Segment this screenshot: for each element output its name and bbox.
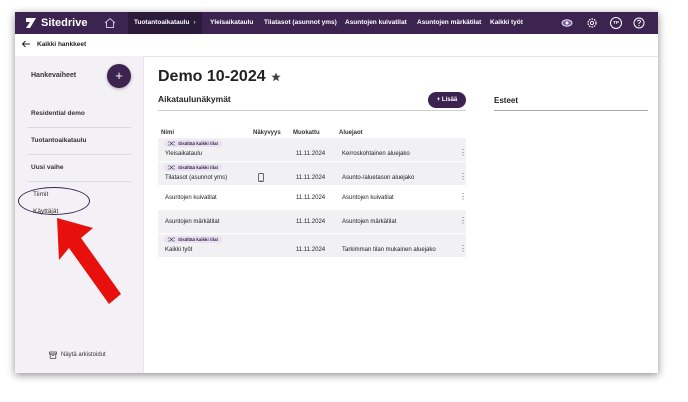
sitedrive-logo[interactable]: Sitedrive (25, 16, 87, 30)
tab-yleisaikataulu[interactable]: Yleisaikataulu (210, 12, 253, 34)
table-row[interactable]: Sisältää kaikki tilat Tilatasot (asunnot… (158, 162, 467, 186)
view-modified: 11.11.2024 (296, 247, 326, 253)
tab-asuntojen-kuivatilat[interactable]: Asuntojen kuivatilat (345, 12, 407, 34)
shuffle-icon (168, 165, 175, 170)
user-avatar[interactable]: TP (610, 17, 622, 29)
view-modified: 11.11.2024 (296, 151, 326, 157)
column-header-divisions[interactable]: Aluejaot (339, 130, 363, 136)
tab-tilatasot[interactable]: Tilatasot (asunnot yms) (264, 12, 337, 34)
page-title: Demo 10-2024 (158, 68, 266, 85)
app-name: Sitedrive (41, 17, 88, 29)
settings-gear-icon[interactable] (586, 17, 598, 29)
view-modified: 11.11.2024 (296, 219, 326, 225)
section-divider (158, 110, 466, 111)
row-menu-icon[interactable]: ⋮ (459, 216, 467, 225)
view-modified: 11.11.2024 (296, 175, 326, 181)
obstacles-divider (494, 110, 648, 111)
view-name: Kaikki työt (165, 247, 193, 253)
table-row[interactable]: Asuntojen märkätilat 11.11.2024 Asuntoje… (158, 210, 467, 234)
sidebar-title: Hankevaiheet (31, 72, 77, 79)
sidebar-item-residential-demo[interactable]: Residential demo (31, 110, 85, 117)
obstacles-heading: Esteet (494, 96, 519, 105)
view-name: Asuntojen kuivatilat (165, 195, 217, 201)
view-name: Asuntojen märkätilat (165, 219, 220, 225)
sidebar-item-tuotantoaikataulu[interactable]: Tuotantoaikataulu (31, 137, 87, 144)
back-arrow-icon[interactable] (21, 39, 31, 49)
app-window: Sitedrive Tuotantoaikataulu › Yleisaikata… (15, 12, 658, 373)
mobile-visibility-icon (258, 173, 264, 182)
favorite-star-icon[interactable] (271, 72, 281, 82)
tab-tuotantoaikataulu[interactable]: Tuotantoaikataulu › (128, 12, 202, 34)
show-archived-button[interactable]: Näytä arkistoidut (49, 351, 106, 359)
help-icon[interactable] (633, 17, 645, 29)
sidebar: Hankevaiheet + Residential demo Tuotanto… (15, 56, 144, 373)
breadcrumb-all-projects[interactable]: Kaikki hankkeet (37, 41, 86, 48)
sidebar-item-uusi-vaihe[interactable]: Uusi vaihe (31, 164, 64, 171)
all-spaces-badge: Sisältää kaikki tilat (164, 140, 223, 147)
shuffle-icon (168, 141, 175, 146)
all-spaces-badge: Sisältää kaikki tilat (164, 164, 223, 171)
row-menu-icon[interactable]: ⋮ (459, 148, 467, 157)
column-header-name[interactable]: Nimi (161, 130, 174, 136)
sidebar-divider (27, 181, 131, 182)
view-division: Tarkimman tilan mukainen aluejako (342, 247, 436, 253)
row-menu-icon[interactable]: ⋮ (459, 244, 467, 253)
tab-kaikki-tyot[interactable]: Kaikki työt (490, 12, 523, 34)
column-header-modified[interactable]: Muokattu (293, 130, 320, 136)
sitedrive-logo-icon (26, 18, 36, 28)
view-division: Asuntojen kuivatilat (342, 195, 394, 201)
shuffle-icon (168, 237, 175, 242)
row-menu-icon[interactable]: ⋮ (459, 172, 467, 181)
view-name: Tilatasot (asunnot yms) (165, 175, 228, 181)
tab-asuntojen-markatilat[interactable]: Asuntojen märkätilat (417, 12, 481, 34)
view-name: Yleisaikataulu (165, 151, 203, 157)
sidebar-divider (27, 127, 131, 128)
table-row[interactable]: Sisältää kaikki tilat Kaikki työt 11.11.… (158, 234, 467, 258)
view-division: Kerroskohtainen aluejako (342, 151, 410, 157)
chevron-right-icon: › (193, 19, 196, 26)
eye-icon[interactable] (561, 17, 573, 29)
table-row[interactable]: Sisältää kaikki tilat Yleisaikataulu 11.… (158, 138, 467, 162)
row-menu-icon[interactable]: ⋮ (459, 192, 467, 201)
sidebar-divider (27, 154, 131, 155)
home-icon[interactable] (103, 16, 117, 30)
schedule-views-heading: Aikataulunäkymät (158, 94, 231, 104)
annotation-highlight-ellipse (18, 187, 90, 215)
archive-icon (49, 351, 57, 359)
column-header-visibility[interactable]: Näkyvyys (253, 130, 281, 136)
view-division: Asunto-/aluetason aluejako (342, 175, 415, 181)
main-content: Demo 10-2024 Aikataulunäkymät + Lisää Es… (144, 56, 658, 373)
all-spaces-badge: Sisältää kaikki tilat (164, 236, 223, 243)
add-phase-button[interactable]: + (107, 64, 131, 88)
view-division: Asuntojen märkätilat (342, 219, 397, 225)
plus-icon: + (115, 68, 123, 83)
table-row[interactable]: Asuntojen kuivatilat 11.11.2024 Asuntoje… (158, 186, 467, 210)
breadcrumb-bar: Kaikki hankkeet (15, 34, 658, 57)
top-navigation-bar: Sitedrive Tuotantoaikataulu › Yleisaikata… (15, 12, 658, 34)
show-archived-label: Näytä arkistoidut (61, 352, 106, 358)
add-schedule-view-button[interactable]: + Lisää (428, 92, 466, 108)
view-modified: 11.11.2024 (296, 195, 326, 201)
annotation-red-arrow-icon (57, 218, 121, 304)
